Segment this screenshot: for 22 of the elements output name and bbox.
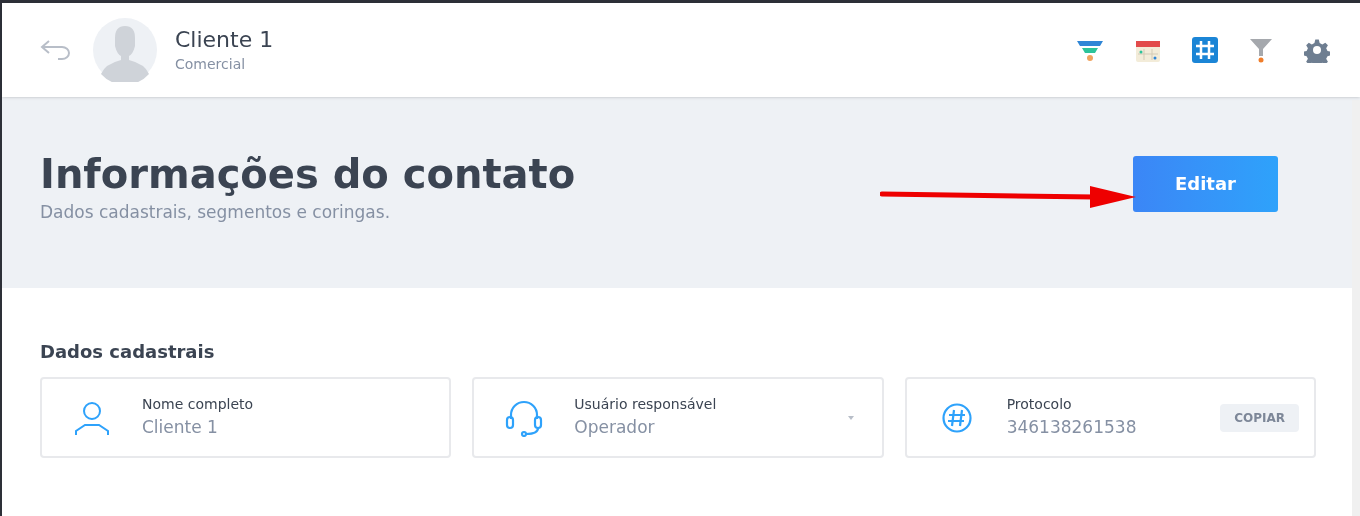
- scrollbar[interactable]: [1352, 100, 1360, 516]
- page-subtitle: Dados cadastrais, segmentos e coringas.: [40, 200, 392, 224]
- field-label: Nome completo: [142, 395, 254, 415]
- page-title: Informações do contato: [40, 149, 576, 199]
- section-title: Dados cadastrais: [40, 340, 216, 364]
- field-label: Usuário responsável: [574, 395, 717, 415]
- person-icon: [74, 399, 110, 436]
- field-value: Cliente 1: [142, 416, 219, 440]
- field-label: Protocolo: [1006, 395, 1073, 415]
- avatar-icon: [93, 18, 157, 82]
- funnel-icon[interactable]: [1076, 38, 1104, 62]
- hashtag-icon[interactable]: [1192, 37, 1218, 63]
- headset-icon: [505, 398, 544, 437]
- edit-button[interactable]: Editar: [1133, 155, 1278, 212]
- contact-name: Cliente 1: [175, 25, 274, 54]
- field-value: 346138261538: [1006, 416, 1137, 440]
- contact-role: Comercial: [175, 54, 247, 74]
- filter-icon[interactable]: [1249, 37, 1273, 63]
- settings-icon[interactable]: [1304, 37, 1330, 63]
- field-value: Operador: [574, 416, 656, 440]
- hashtag-badge-icon: [940, 401, 973, 434]
- copy-button[interactable]: COPIAR: [1220, 403, 1299, 432]
